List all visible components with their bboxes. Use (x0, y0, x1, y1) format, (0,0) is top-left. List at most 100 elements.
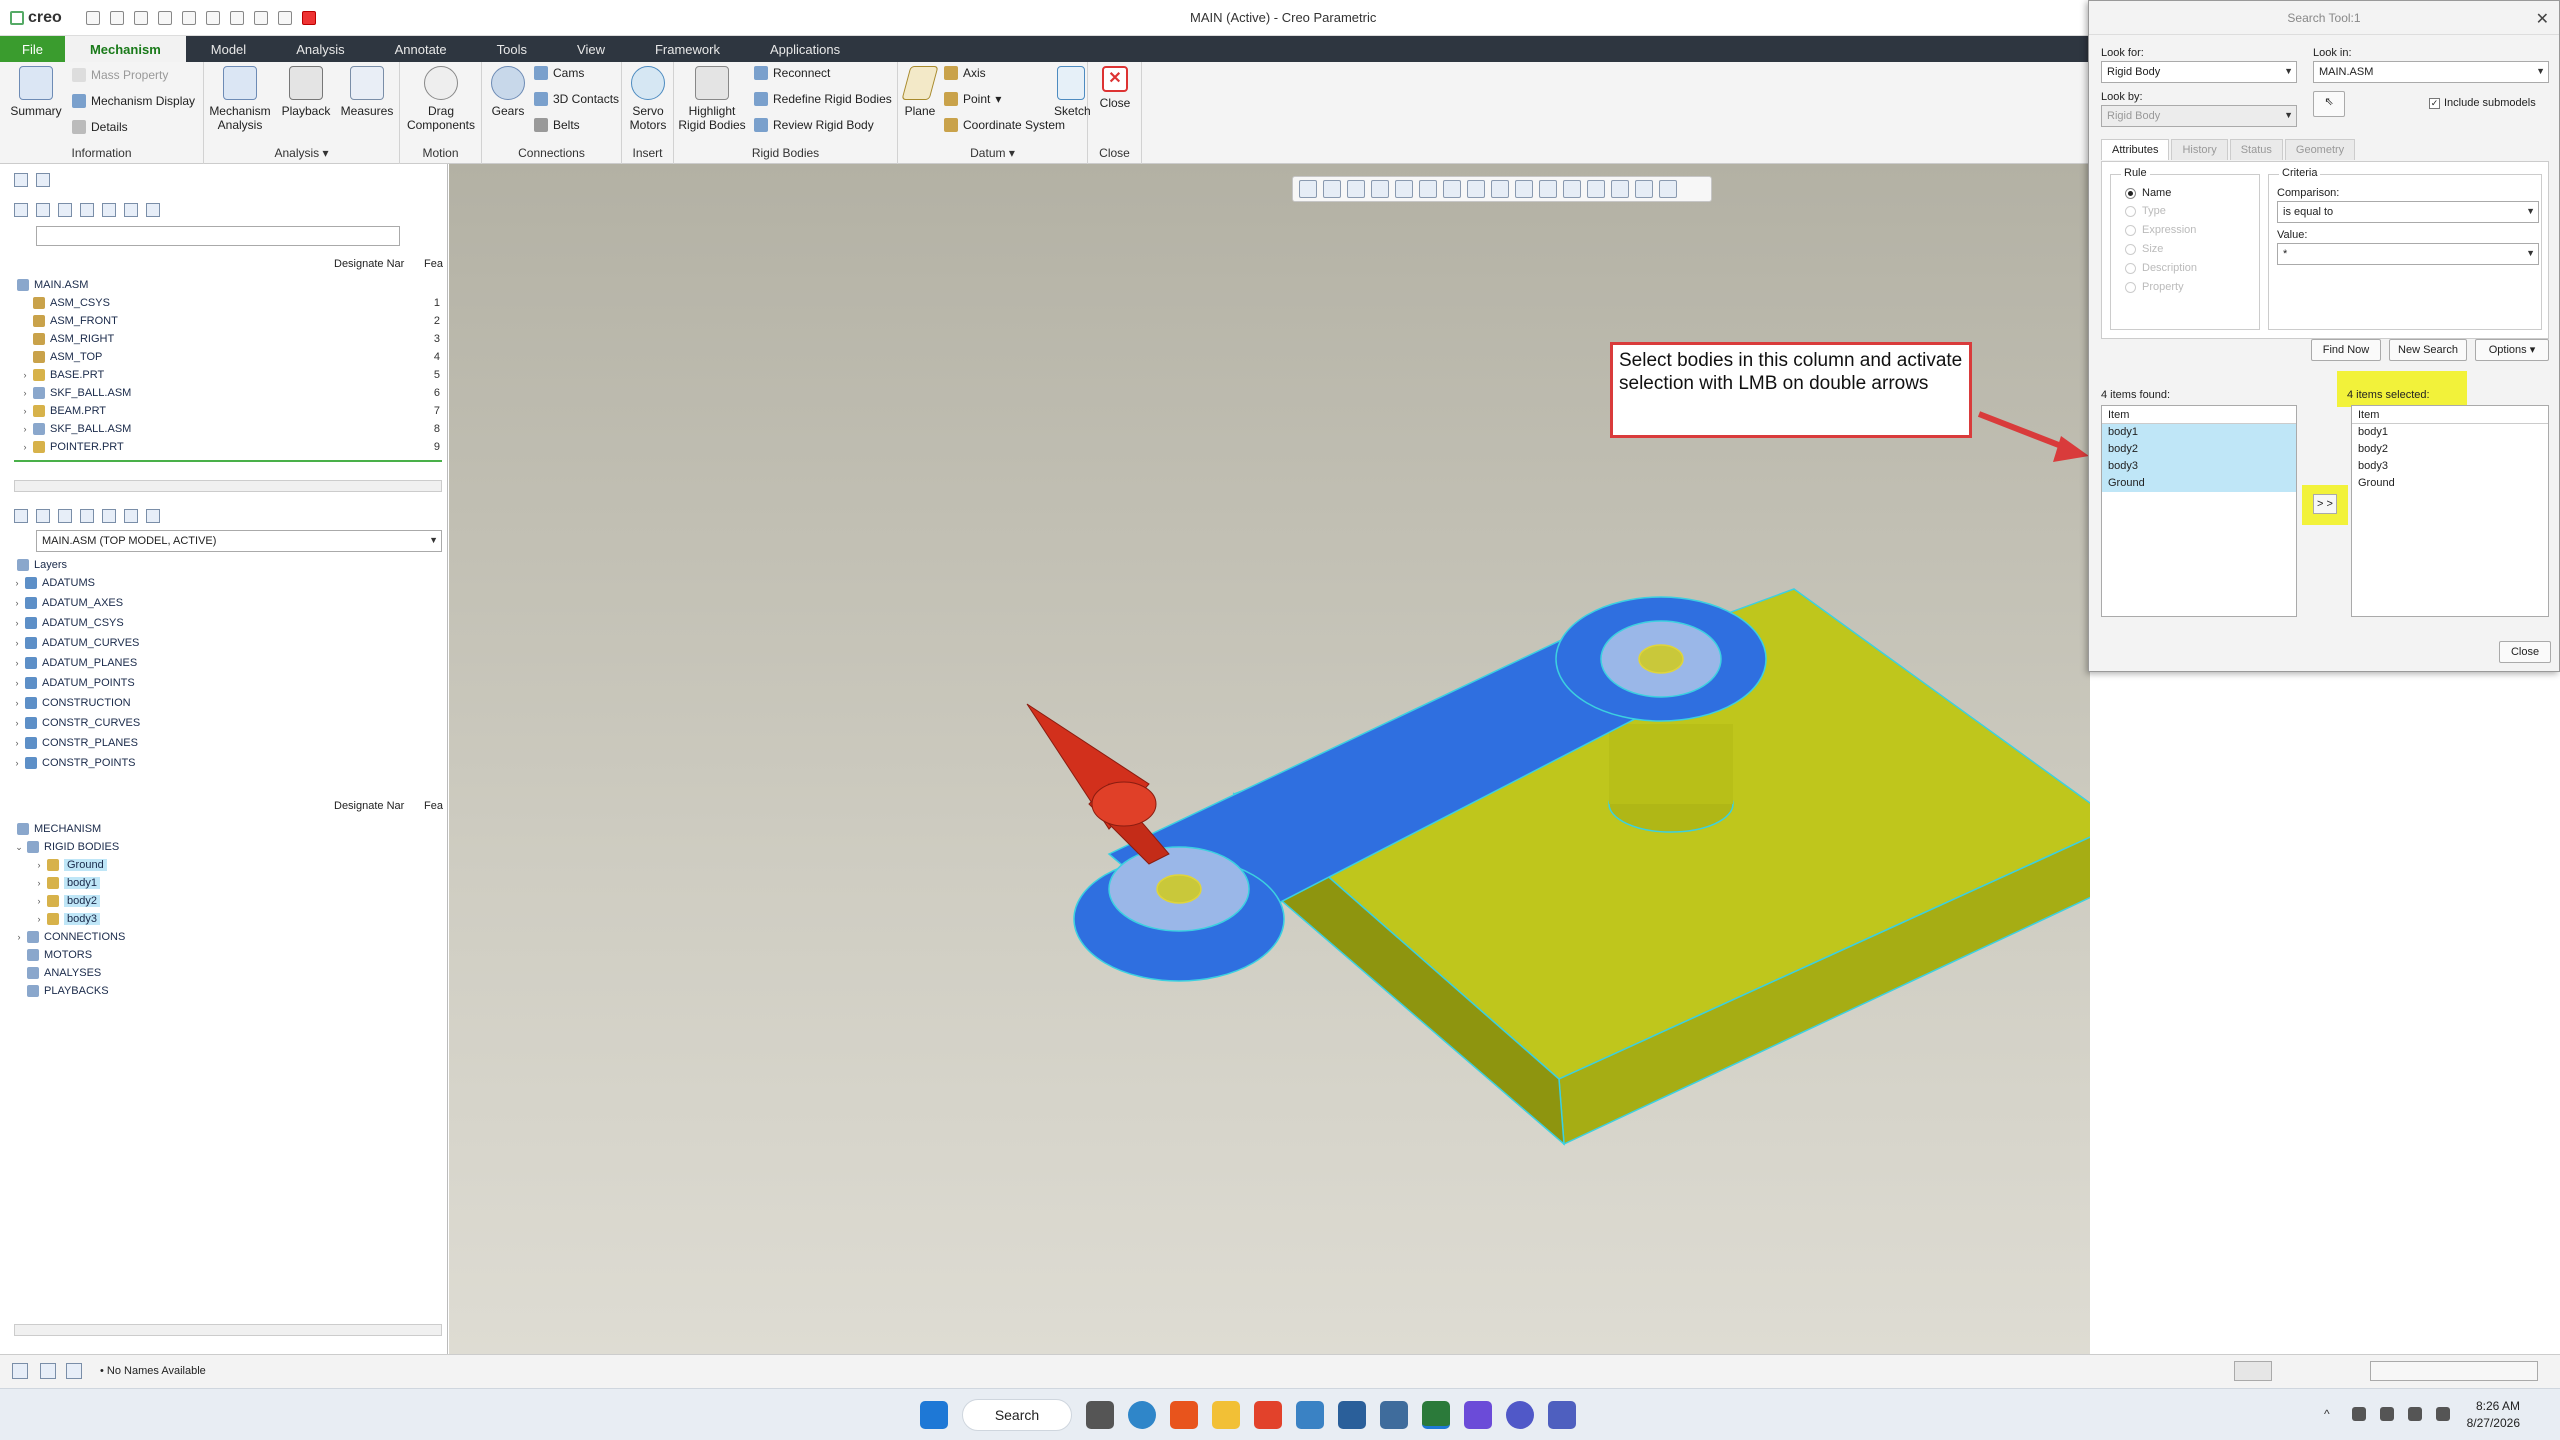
review-rigid-body-button[interactable]: Review Rigid Body (754, 118, 874, 132)
rule-name-radio[interactable]: Name (2125, 187, 2171, 199)
dialog-close-button[interactable]: Close (2499, 641, 2551, 663)
layer-item[interactable]: › ADATUM_CURVES (0, 634, 448, 652)
expand-arrow-icon[interactable]: › (12, 578, 22, 588)
app-icon-s[interactable] (1254, 1401, 1282, 1429)
layer-show-icon[interactable] (102, 509, 116, 523)
app-window-icon[interactable] (1338, 1401, 1366, 1429)
creo-taskbar-icon[interactable] (1422, 1401, 1450, 1429)
pick-cursor-button[interactable]: ⇖ (2313, 91, 2345, 117)
layer-tree-root[interactable]: Layers (0, 556, 448, 574)
details-button[interactable]: Details (72, 120, 128, 134)
check-icon[interactable] (277, 10, 292, 25)
chevron-up-icon[interactable]: ^ (2324, 1407, 2338, 1421)
cloud-icon[interactable] (2352, 1407, 2366, 1421)
full-screen-icon[interactable] (66, 1363, 82, 1379)
rule-size-radio[interactable]: Size (2125, 243, 2163, 255)
expand-arrow-icon[interactable]: › (12, 658, 22, 668)
mail-icon[interactable] (1464, 1401, 1492, 1429)
model-tree-row[interactable]: › SKF_BALL.ASM 8 (0, 420, 448, 438)
volume-icon[interactable] (2408, 1407, 2422, 1421)
include-submodels-checkbox[interactable]: ✓ Include submodels (2429, 97, 2536, 109)
rule-property-radio[interactable]: Property (2125, 281, 2184, 293)
mechanism-tree-hscrollbar[interactable] (14, 1324, 442, 1336)
model-tree-row[interactable]: › BASE.PRT 5 (0, 366, 448, 384)
rule-type-radio[interactable]: Type (2125, 205, 2166, 217)
selected-item[interactable]: Ground (2352, 475, 2548, 492)
layer-item[interactable]: › CONSTR_PLANES (0, 734, 448, 752)
servo-motors-button[interactable]: Servo Motors (624, 66, 672, 132)
selected-item[interactable]: body3 (2352, 458, 2548, 475)
layer-isolate-icon[interactable] (124, 509, 138, 523)
mechanism-display-button[interactable]: Mechanism Display (72, 94, 195, 108)
selected-item[interactable]: body2 (2352, 441, 2548, 458)
file-explorer-icon[interactable] (1212, 1401, 1240, 1429)
teams-notify-icon[interactable] (1548, 1401, 1576, 1429)
expand-arrow-icon[interactable]: › (20, 406, 30, 416)
3d-contacts-button[interactable]: 3D Contacts (534, 92, 619, 106)
look-by-select[interactable]: Rigid Body ▼ (2101, 105, 2297, 127)
playback-button[interactable]: Playback (276, 66, 336, 118)
dialog-close-icon[interactable]: ✕ (2536, 9, 2549, 29)
add-to-selection-button[interactable]: > > (2313, 494, 2337, 514)
browser-toggle-icon[interactable] (40, 1363, 56, 1379)
close-mechanism-button[interactable]: ✕ Close (1092, 66, 1138, 110)
display-style-icon[interactable] (124, 203, 138, 217)
close-window-icon[interactable] (253, 10, 268, 25)
tab-model[interactable]: Model (186, 36, 271, 62)
measures-button[interactable]: Measures (336, 66, 398, 118)
layer-item[interactable]: › CONSTR_CURVES (0, 714, 448, 732)
folder-browser-tab-icon[interactable] (36, 173, 50, 187)
layer-item[interactable]: › ADATUM_POINTS (0, 674, 448, 692)
expand-arrow-icon[interactable]: › (12, 698, 22, 708)
mechanism-analysis-button[interactable]: Mechanism Analysis (204, 66, 276, 132)
taskbar-search[interactable]: Search (962, 1399, 1072, 1431)
redefine-rigid-bodies-button[interactable]: Redefine Rigid Bodies (754, 92, 892, 106)
regenerate-icon[interactable] (205, 10, 220, 25)
pointer-base[interactable] (1091, 781, 1157, 827)
navigator-toggle-icon[interactable] (12, 1363, 28, 1379)
post-body[interactable] (1609, 724, 1733, 804)
look-in-select[interactable]: MAIN.ASM ▼ (2313, 61, 2549, 83)
photos-icon[interactable] (1296, 1401, 1324, 1429)
layer-item[interactable]: › ADATUM_AXES (0, 594, 448, 612)
show-icon[interactable] (80, 203, 94, 217)
tab-framework[interactable]: Framework (630, 36, 745, 62)
windows-start-icon[interactable] (920, 1401, 948, 1429)
group-title-analysis[interactable]: Analysis ▾ (204, 146, 399, 160)
expand-arrow-icon[interactable]: › (14, 932, 24, 942)
wifi-icon[interactable] (2380, 1407, 2394, 1421)
app-window-icon-2[interactable] (1380, 1401, 1408, 1429)
new-file-icon[interactable] (85, 10, 100, 25)
mechanism-root[interactable]: MECHANISM (0, 820, 448, 838)
expand-arrow-icon[interactable]: › (12, 718, 22, 728)
look-for-select[interactable]: Rigid Body ▼ (2101, 61, 2297, 83)
coordinate-system-button[interactable]: Coordinate System (944, 118, 1065, 132)
model-tree-hscrollbar[interactable] (14, 480, 442, 492)
rigid-body-item[interactable]: › body1 (0, 874, 448, 892)
open-file-icon[interactable] (109, 10, 124, 25)
taskbar-clock[interactable]: 8:26 AM 8/27/2026 (2467, 1398, 2520, 1432)
layer-filter-icon[interactable] (146, 509, 160, 523)
expand-arrow-icon[interactable]: › (20, 388, 30, 398)
tab-analysis[interactable]: Analysis (271, 36, 369, 62)
mechanism-folder[interactable]: PLAYBACKS (0, 982, 448, 1000)
new-search-button[interactable]: New Search (2389, 339, 2467, 361)
windows-icon[interactable] (229, 10, 244, 25)
layer-item[interactable]: › CONSTRUCTION (0, 694, 448, 712)
expand-arrow-icon[interactable]: › (20, 442, 30, 452)
rigid-body-item[interactable]: › body2 (0, 892, 448, 910)
group-title-datum[interactable]: Datum ▾ (898, 146, 1087, 160)
expand-arrow-icon[interactable]: › (20, 424, 30, 434)
model-tree-tab-icon[interactable] (14, 173, 28, 187)
tab-history[interactable]: History (2171, 139, 2228, 160)
tab-tools[interactable]: Tools (472, 36, 552, 62)
tree-settings-icon[interactable] (14, 203, 28, 217)
rigid-body-item[interactable]: › Ground (0, 856, 448, 874)
cams-button[interactable]: Cams (534, 66, 584, 80)
save-icon[interactable] (133, 10, 148, 25)
graphics-viewport[interactable]: Select bodies in this column and activat… (449, 164, 2090, 1354)
model-tree-row[interactable]: ASM_RIGHT 3 (0, 330, 448, 348)
layer-item[interactable]: › ADATUMS (0, 574, 448, 592)
model-tree-row[interactable]: ASM_CSYS 1 (0, 294, 448, 312)
tab-applications[interactable]: Applications (745, 36, 865, 62)
